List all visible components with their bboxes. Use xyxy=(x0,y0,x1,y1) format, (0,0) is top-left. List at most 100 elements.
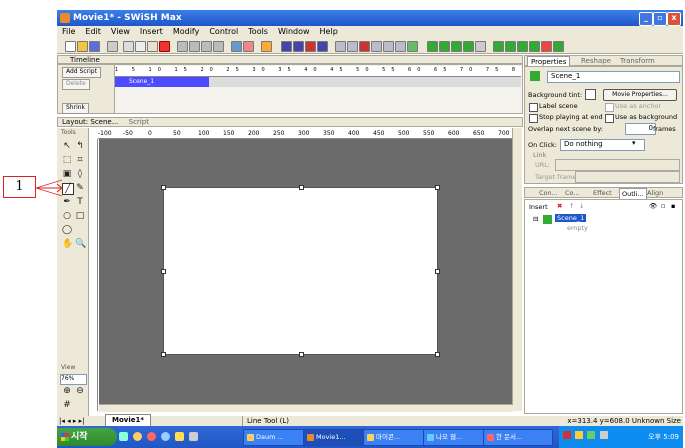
delete-icon[interactable]: ✖ xyxy=(557,202,562,210)
tray-icon[interactable] xyxy=(575,431,584,439)
delete-button[interactable]: Delete xyxy=(62,79,90,90)
step-forward-icon[interactable] xyxy=(359,41,370,52)
rewind-icon[interactable] xyxy=(335,41,346,52)
menu-control[interactable]: Control xyxy=(204,26,243,38)
bring-front-icon[interactable] xyxy=(177,41,188,52)
tray-icon[interactable] xyxy=(599,431,608,439)
minimize-button[interactable]: _ xyxy=(639,12,653,26)
resize-handle[interactable] xyxy=(299,185,304,190)
ellipse-tool-icon[interactable]: ○ xyxy=(62,211,72,221)
zoom-select[interactable]: 76% xyxy=(60,374,87,385)
text-tool-icon[interactable]: T xyxy=(75,197,85,207)
stop-icon[interactable] xyxy=(317,41,328,52)
resize-handle[interactable] xyxy=(299,352,304,357)
task-hwp[interactable]: 한 문서... xyxy=(483,429,553,446)
reshape-tool-icon[interactable]: ◊ xyxy=(75,169,85,179)
subselect-tool-icon[interactable]: ↰ xyxy=(75,141,85,151)
insert-sound-icon[interactable] xyxy=(517,41,528,52)
next-frame-icon[interactable] xyxy=(371,41,382,52)
quicklaunch-icon[interactable] xyxy=(189,432,198,441)
insert-effect-icon[interactable] xyxy=(505,41,516,52)
copy-icon[interactable] xyxy=(135,41,146,52)
insert-shape-icon[interactable] xyxy=(553,41,564,52)
movie-properties-button[interactable]: Movie Properties... xyxy=(603,89,677,101)
paste-icon[interactable] xyxy=(147,41,158,52)
label-scene-checkbox[interactable] xyxy=(529,103,538,112)
pencil-tool-icon[interactable]: ✎ xyxy=(75,183,85,193)
stop-playing-checkbox[interactable] xyxy=(529,114,538,123)
outline-scene-item[interactable]: Scene_1 xyxy=(555,214,587,222)
menu-tools[interactable]: Tools xyxy=(243,26,273,38)
export-icon[interactable] xyxy=(107,41,118,52)
menu-file[interactable]: File xyxy=(57,26,80,38)
chevron-down-icon[interactable]: ▾ xyxy=(632,139,636,147)
eye-icon[interactable]: 👁 xyxy=(649,202,657,210)
send-backward-icon[interactable] xyxy=(201,41,212,52)
send-back-icon[interactable] xyxy=(213,41,224,52)
end-icon[interactable] xyxy=(383,41,394,52)
tray-icon[interactable] xyxy=(563,431,571,439)
resize-handle[interactable] xyxy=(435,352,440,357)
move-up-icon[interactable]: ↑ xyxy=(569,202,574,210)
overlap-field[interactable]: 0 xyxy=(625,123,656,135)
insert-image-icon[interactable] xyxy=(475,41,486,52)
lock-icon[interactable]: ▫ xyxy=(661,202,665,210)
select-tool-icon[interactable]: ↖ xyxy=(62,141,72,151)
tab-align[interactable]: Align xyxy=(647,188,663,198)
cut-icon[interactable] xyxy=(123,41,134,52)
start-button[interactable]: 시작 xyxy=(57,428,117,446)
loop-icon[interactable] xyxy=(407,41,418,52)
insert-text-icon[interactable] xyxy=(439,41,450,52)
insert-video-icon[interactable] xyxy=(529,41,540,52)
quicklaunch-icon[interactable] xyxy=(147,432,156,441)
nav-arrows[interactable]: |◂ ◂ ▸ ▸| xyxy=(59,416,84,426)
quicklaunch-icon[interactable] xyxy=(175,432,184,441)
grid-toggle-icon[interactable]: # xyxy=(62,400,72,410)
insert-content-icon[interactable] xyxy=(493,41,504,52)
frame-ruler[interactable]: 1 5 10 15 20 25 30 35 40 45 50 55 60 65 … xyxy=(115,66,521,77)
quicklaunch-icon[interactable] xyxy=(133,432,142,441)
play-movie-icon[interactable] xyxy=(281,41,292,52)
timeline-scene-cell[interactable]: Scene_1 xyxy=(115,77,209,87)
scene-name-field[interactable]: Scene_1 xyxy=(547,71,680,83)
maximize-button[interactable]: ▫ xyxy=(653,12,667,26)
shrink-button[interactable]: Shrink xyxy=(62,103,90,114)
close-button[interactable]: x xyxy=(667,12,681,26)
menu-view[interactable]: View xyxy=(106,26,135,38)
undo-icon[interactable] xyxy=(231,41,242,52)
target-frame-select[interactable] xyxy=(575,171,680,183)
autoshape-tool-icon[interactable]: ◯ xyxy=(62,225,72,235)
open-icon[interactable] xyxy=(77,41,88,52)
use-as-background-checkbox[interactable] xyxy=(605,114,614,123)
last-icon[interactable] xyxy=(395,41,406,52)
new-icon[interactable] xyxy=(65,41,76,52)
insert-button-icon[interactable] xyxy=(451,41,462,52)
tab-script[interactable]: Script xyxy=(129,118,149,126)
tab-effect[interactable]: Effect xyxy=(593,188,612,198)
zoom-out-icon[interactable]: ⊖ xyxy=(75,386,85,396)
zoom-in-icon[interactable]: ⊕ xyxy=(62,386,72,396)
insert-scene-icon[interactable] xyxy=(427,41,438,52)
zoom-tool-icon[interactable]: 🔍 xyxy=(75,239,86,249)
bring-forward-icon[interactable] xyxy=(189,41,200,52)
insert-dropdown[interactable]: Insert xyxy=(529,203,548,211)
stage-area[interactable] xyxy=(161,185,440,357)
quicklaunch-icon[interactable] xyxy=(119,432,128,441)
menu-edit[interactable]: Edit xyxy=(80,26,106,38)
menu-insert[interactable]: Insert xyxy=(135,26,168,38)
delete-icon[interactable] xyxy=(159,41,170,52)
redo-icon[interactable] xyxy=(243,41,254,52)
resize-handle[interactable] xyxy=(435,269,440,274)
step-back-icon[interactable] xyxy=(347,41,358,52)
tray-icon[interactable] xyxy=(587,431,596,439)
menu-help[interactable]: Help xyxy=(315,26,343,38)
tab-color[interactable]: Co... xyxy=(565,188,580,198)
resize-handle[interactable] xyxy=(161,352,166,357)
quicklaunch-icon[interactable] xyxy=(161,432,170,441)
camera-icon[interactable]: ▪ xyxy=(671,202,675,210)
insert-sprite-icon[interactable] xyxy=(463,41,474,52)
url-field[interactable] xyxy=(555,159,680,171)
help-icon[interactable] xyxy=(261,41,272,52)
timeline-scene-row[interactable]: Scene_1 xyxy=(115,77,521,87)
play-effect-icon[interactable] xyxy=(305,41,316,52)
